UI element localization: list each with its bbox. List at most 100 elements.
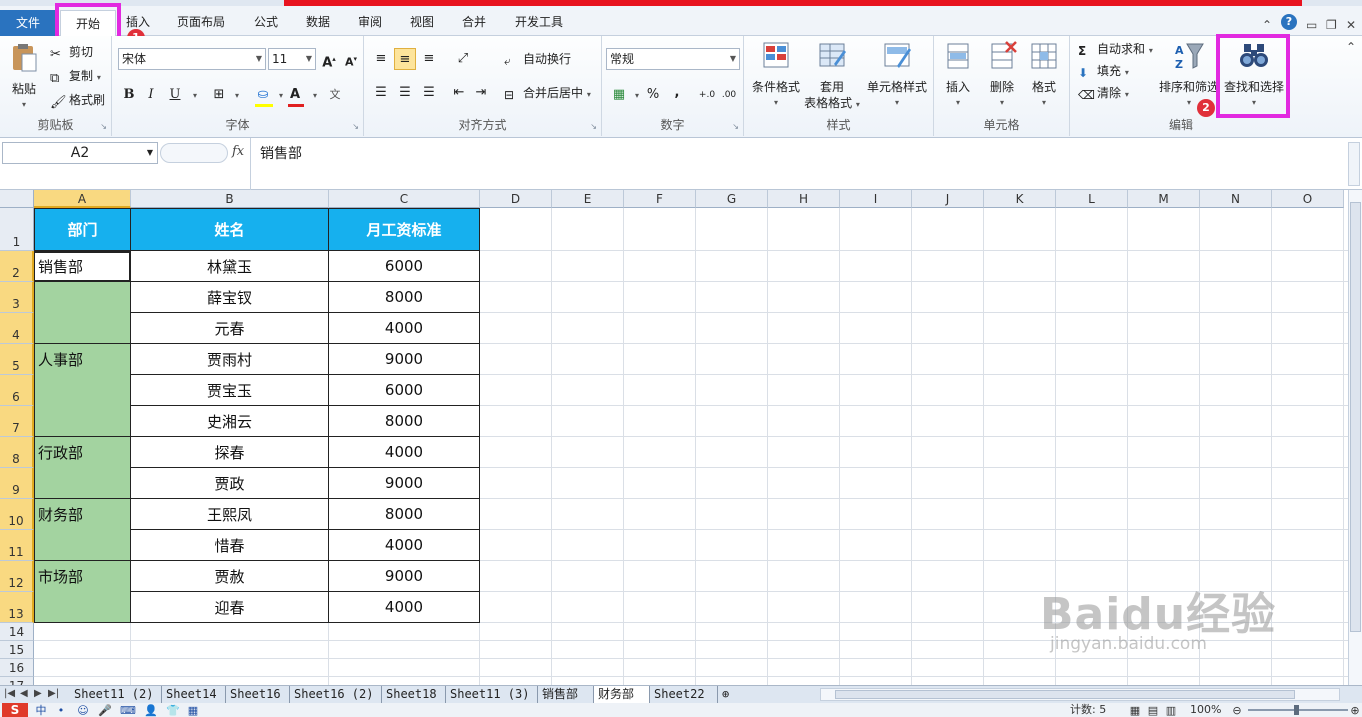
number-format-select[interactable]: 常规 ▼ [606,48,740,70]
sheet-tab[interactable]: Sheet11 (2) [70,686,162,703]
vertical-scroll-thumb[interactable] [1350,202,1361,632]
font-name-select[interactable]: 宋体 ▼ [118,48,266,70]
name-cell[interactable]: 惜春 [131,530,329,561]
column-header[interactable]: D [480,190,552,208]
column-header[interactable]: H [768,190,840,208]
help-icon[interactable]: ? [1281,14,1297,30]
wrap-text-button[interactable]: ⤶ 自动换行 [504,49,571,69]
name-cell[interactable]: 贾赦 [131,561,329,592]
next-sheet-icon[interactable]: ▶ [34,686,42,702]
salary-cell[interactable]: 4000 [329,530,480,561]
alignment-launcher-icon[interactable]: ↘ [590,122,597,131]
tab-review[interactable]: 审阅 [356,13,384,33]
orientation-button[interactable]: ⤢ [452,48,474,70]
column-header[interactable]: M [1128,190,1200,208]
align-top-button[interactable]: ≡ [370,48,392,70]
zoom-out-icon[interactable]: ⊖ [1230,704,1244,717]
insert-sheet-icon[interactable]: ⊕ [718,686,740,703]
underline-dropdown-icon[interactable]: ▾ [184,84,206,106]
sheet-tab[interactable]: 财务部 [594,686,650,703]
formula-expand-button[interactable] [1348,142,1360,186]
column-header[interactable]: K [984,190,1056,208]
department-cell[interactable]: 财务部 [34,499,131,530]
grow-font-button[interactable]: A▴ [318,48,340,70]
normal-view-icon[interactable]: ▦ [1128,704,1142,717]
ime-user-icon[interactable]: 👤 [144,704,158,717]
ribbon-scroll-icon[interactable]: ⌃ [1346,40,1356,54]
comma-button[interactable]: , [666,82,688,104]
formula-input[interactable]: 销售部 [250,138,1348,190]
row-header[interactable]: 12 [0,561,34,592]
increase-decimal-button[interactable]: +.0 [696,84,718,106]
salary-cell[interactable]: 8000 [329,406,480,437]
row-header[interactable]: 8 [0,437,34,468]
zoom-level[interactable]: 100% [1190,703,1221,717]
tab-file[interactable]: 文件 [0,10,56,36]
underline-button[interactable]: U [164,84,186,106]
table-header-cell[interactable]: 月工资标准 [329,208,480,251]
zoom-in-icon[interactable]: ⊕ [1348,704,1362,717]
sheet-tab[interactable]: Sheet16 [226,686,290,703]
salary-cell[interactable]: 4000 [329,437,480,468]
column-header[interactable]: I [840,190,912,208]
ribbon-collapse-icon[interactable]: ⌃ [1262,18,1272,32]
row-header[interactable]: 11 [0,530,34,561]
row-header[interactable]: 3 [0,282,34,313]
clear-button[interactable]: ⌫ 清除 ▾ [1078,83,1129,103]
column-header[interactable]: O [1272,190,1344,208]
align-center-button[interactable]: ☰ [394,82,416,104]
sheet-tab[interactable]: Sheet11 (3) [446,686,538,703]
fill-button[interactable]: ⬇ 填充 ▾ [1078,61,1129,81]
column-header[interactable]: A [34,190,131,208]
border-dropdown-icon[interactable]: ▾ [226,84,248,106]
format-cells-button[interactable]: 格式 ▾ [1024,40,1064,111]
row-header[interactable]: 9 [0,468,34,499]
cell-styles-button[interactable]: 单元格样式 ▾ [864,40,930,111]
row-header[interactable]: 2 [0,251,34,282]
font-color-button[interactable]: A [284,84,306,106]
tab-merge[interactable]: 合并 [460,13,488,33]
salary-cell[interactable]: 8000 [329,499,480,530]
name-cell[interactable]: 贾雨村 [131,344,329,375]
name-box[interactable]: A2 ▼ [2,142,158,164]
department-cell[interactable]: 人事部 [34,344,131,375]
salary-cell[interactable]: 9000 [329,344,480,375]
name-cell[interactable]: 探春 [131,437,329,468]
sheet-tab[interactable]: 销售部 [538,686,594,703]
row-header[interactable]: 14 [0,623,34,641]
clipboard-launcher-icon[interactable]: ↘ [100,122,107,131]
insert-cells-button[interactable]: 插入 ▾ [938,40,978,111]
phonetic-button[interactable]: 文 [324,84,346,106]
salary-cell[interactable]: 4000 [329,313,480,344]
cut-button[interactable]: ✂ 剪切 [50,42,93,62]
font-launcher-icon[interactable]: ↘ [352,122,359,131]
ime-chinese-icon[interactable]: 中 [34,704,48,717]
merge-center-button[interactable]: ⊟ 合并后居中 ▾ [504,83,591,103]
restore-icon[interactable]: ❐ [1326,18,1337,32]
italic-button[interactable]: I [140,84,162,106]
department-cell[interactable]: 行政部 [34,437,131,468]
row-header[interactable]: 6 [0,375,34,406]
sheet-tab[interactable]: Sheet14 [162,686,226,703]
align-left-button[interactable]: ☰ [370,82,392,104]
format-as-table-button[interactable]: 套用 表格格式 ▾ [804,40,860,113]
department-cell-empty[interactable] [34,468,131,499]
row-header[interactable]: 10 [0,499,34,530]
column-header[interactable]: L [1056,190,1128,208]
department-cell-empty[interactable] [34,406,131,437]
ime-punct-icon[interactable]: • [54,704,68,717]
department-cell-empty[interactable] [34,282,131,313]
increase-indent-button[interactable]: ⇥ [470,82,492,104]
prev-sheet-icon[interactable]: ◀ [20,686,28,702]
active-cell[interactable]: 销售部 [34,251,131,282]
department-cell-empty[interactable] [34,313,131,344]
salary-cell[interactable]: 8000 [329,282,480,313]
ime-grid-icon[interactable]: ▦ [186,704,200,717]
name-cell[interactable]: 薛宝钗 [131,282,329,313]
ime-keyboard-icon[interactable]: ⌨ [120,704,136,717]
tab-home[interactable]: 开始 [60,10,116,38]
column-header[interactable]: E [552,190,624,208]
insert-function-button[interactable]: fx [232,144,244,159]
row-header[interactable]: 17 [0,677,34,685]
department-cell-empty[interactable] [34,592,131,623]
